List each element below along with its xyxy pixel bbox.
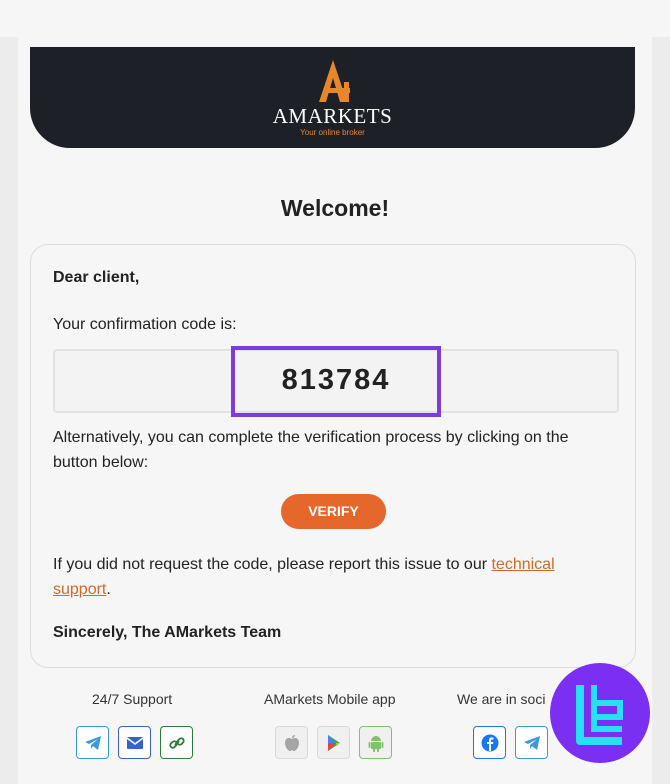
report-text-end: . [106, 581, 111, 598]
android-icon[interactable] [359, 726, 392, 759]
tradingfinder-logo-icon [576, 685, 623, 745]
top-bar [0, 0, 670, 37]
link-icon[interactable] [160, 726, 193, 759]
social-label: We are in soci [457, 691, 546, 707]
logo-wordmark: AMARKETS [272, 104, 393, 128]
support-label: 24/7 Support [92, 691, 173, 707]
telegram-icon[interactable] [76, 726, 109, 759]
telegram-icon[interactable] [515, 726, 548, 759]
code-highlight-frame [231, 346, 441, 417]
apple-icon[interactable] [275, 726, 308, 759]
watermark-badge-icon [550, 663, 650, 763]
facebook-icon[interactable] [473, 726, 506, 759]
greeting: Dear client, [53, 269, 140, 286]
confirmation-card: Dear client, Your confirmation code is: … [30, 244, 636, 668]
email-header: AMARKETS Your online broker [30, 47, 635, 148]
signature: Sincerely, The AMarkets Team [53, 624, 282, 641]
verify-button[interactable]: VERIFY [281, 494, 386, 529]
alternative-text: Alternatively, you can complete the veri… [53, 429, 569, 471]
report-text: If you did not request the code, please … [53, 552, 613, 602]
mobile-app-label: AMarkets Mobile app [264, 691, 396, 707]
amarkets-logo-icon [319, 60, 350, 102]
welcome-heading: Welcome! [280, 195, 390, 221]
mail-icon[interactable] [118, 726, 151, 759]
report-text-lead: If you did not request the code, please … [53, 556, 492, 573]
logo-tagline: Your online broker [300, 128, 365, 137]
code-label: Your confirmation code is: [53, 316, 237, 333]
google-play-icon[interactable] [317, 726, 350, 759]
